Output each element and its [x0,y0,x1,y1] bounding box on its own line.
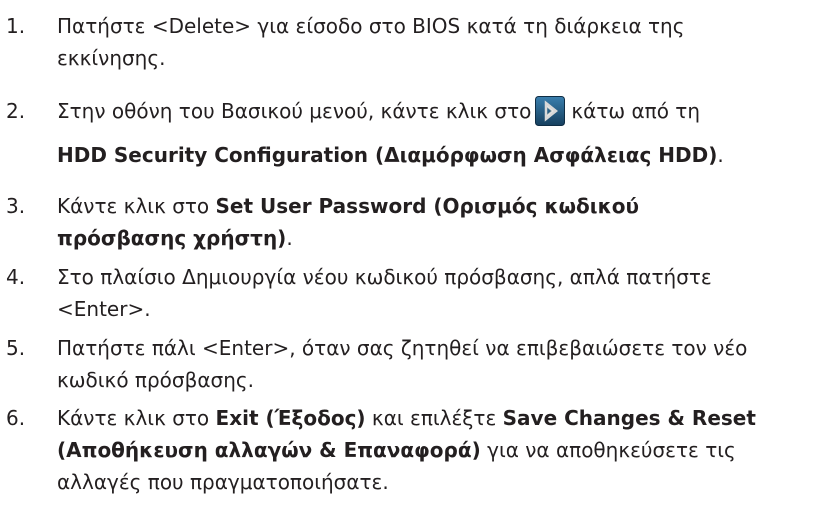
step-line: <Enter>. [57,297,151,321]
step-line: Πατήστε πάλι <Enter>, όταν σας ζητηθεί ν… [57,336,748,360]
step-line: Κάντε κλικ στο Set User Password (Ορισμό… [57,190,825,222]
step-text: Στο πλαίσιο Δημιουργία νέου κωδικού πρόσ… [57,261,825,325]
setting-name: πρόσβασης χρήστη) [57,226,287,250]
step-line: Πατήστε <Delete> για είσοδο στο BIOS κατ… [57,14,685,38]
step-line: Κάντε κλικ στο Exit (Έξοδος) και επιλέξτ… [57,402,825,434]
step-text: Πατήστε πάλι <Enter>, όταν σας ζητηθεί ν… [57,332,825,396]
step-text-segment: κάτω από τη [571,99,701,123]
setting-name: Set User Password (Ορισμός κωδικού [215,194,640,218]
step-number: 2. [6,99,26,123]
step-line: HDD Security Configuration (Διαμόρφωση Α… [57,139,825,171]
step-text-segment: για να αποθηκεύσετε τις [480,438,736,462]
step-text-segment: Κάντε κλικ στο [57,194,216,218]
step-text: Πατήστε <Delete> για είσοδο στο BIOS κατ… [57,10,825,74]
arrow-right-button-icon [535,95,566,126]
step-number: 1. [6,14,26,38]
step-text: Κάντε κλικ στο Set User Password (Ορισμό… [57,190,825,254]
setting-name: Save Changes & Reset [502,406,756,430]
step-text-segment: Στην οθόνη του Βασικού μενού, κάντε κλικ… [57,99,532,123]
setting-name: Exit (Έξοδος) [215,406,366,430]
step-line: (Αποθήκευση αλλαγών & Επαναφορά) για να … [57,434,825,466]
step-text: Στην οθόνη του Βασικού μενού, κάντε κλικ… [57,95,825,171]
step-line: Στο πλαίσιο Δημιουργία νέου κωδικού πρόσ… [57,265,712,289]
step-line: κωδικό πρόσβασης. [57,368,254,392]
step-text: Κάντε κλικ στο Exit (Έξοδος) και επιλέξτ… [57,402,825,498]
step-text-segment: και επιλέξτε [365,406,503,430]
step-line: πρόσβασης χρήστη). [57,222,825,254]
setting-name: HDD Security Configuration (Διαμόρφωση Α… [57,142,718,167]
step-line: Στην οθόνη του Βασικού μενού, κάντε κλικ… [57,95,825,128]
step-number: 5. [6,336,26,360]
step-text-segment: . [286,226,293,250]
step-text-segment: Κάντε κλικ στο [57,406,216,430]
setting-name: (Αποθήκευση αλλαγών & Επαναφορά) [57,438,481,462]
step-text-segment: . [717,142,724,167]
step-line: εκκίνησης. [57,46,166,70]
step-number: 4. [6,265,26,289]
step-number: 3. [6,194,26,218]
step-number: 6. [6,406,26,430]
step-line: αλλαγές που πραγματοποιήσατε. [57,470,389,494]
